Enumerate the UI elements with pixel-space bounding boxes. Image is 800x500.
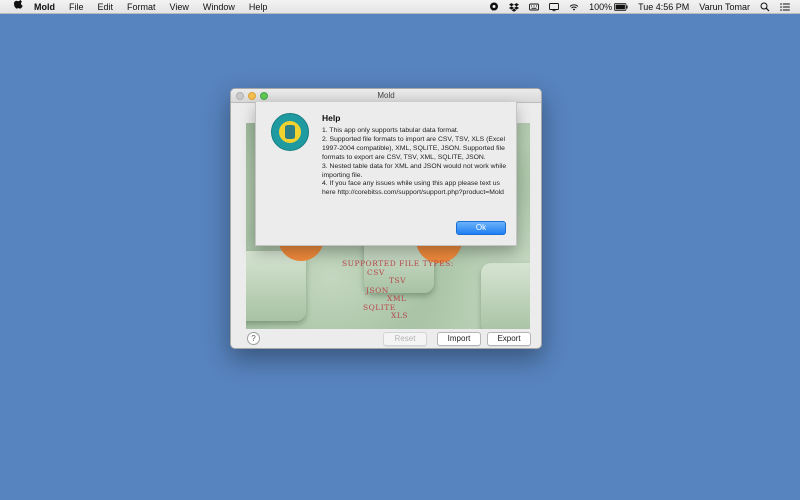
close-button[interactable] xyxy=(236,92,244,100)
chat-status-icon[interactable] xyxy=(489,2,499,12)
menu-file[interactable]: File xyxy=(69,2,84,12)
apple-menu-icon[interactable] xyxy=(12,0,24,13)
keyboard-icon[interactable] xyxy=(529,2,540,12)
dropbox-icon[interactable] xyxy=(509,2,520,12)
file-type-json: JSON xyxy=(366,286,389,295)
menu-format[interactable]: Format xyxy=(127,2,156,12)
help-line-1: 1. This app only supports tabular data f… xyxy=(322,127,459,134)
help-title: Help xyxy=(322,113,341,123)
help-sheet: Help 1. This app only supports tabular d… xyxy=(255,102,517,246)
minimize-button[interactable] xyxy=(248,92,256,100)
menu-help[interactable]: Help xyxy=(249,2,268,12)
reset-button[interactable]: Reset xyxy=(383,332,427,346)
battery-percent: 100% xyxy=(589,1,613,12)
mold-app-icon xyxy=(271,113,309,151)
keyboard-key-graphic xyxy=(246,251,306,321)
help-line-2: 2. Supported file formats to import are … xyxy=(322,135,505,161)
help-line-4: 4. If you face any issues while using th… xyxy=(322,180,504,197)
menu-window[interactable]: Window xyxy=(203,2,235,12)
help-body: 1. This app only supports tabular data f… xyxy=(322,127,508,198)
file-type-tsv: TSV xyxy=(389,276,407,285)
menu-app-name[interactable]: Mold xyxy=(34,2,55,12)
battery-icon xyxy=(614,2,628,11)
window-title: Mold xyxy=(377,91,395,100)
window-titlebar[interactable]: Mold xyxy=(231,89,541,103)
file-type-xls: XLS xyxy=(391,311,408,320)
spotlight-search-icon[interactable] xyxy=(760,2,770,12)
keyboard-key-graphic xyxy=(481,263,530,329)
zoom-button[interactable] xyxy=(260,92,268,100)
help-button[interactable]: ? xyxy=(247,332,260,345)
import-button[interactable]: Import xyxy=(437,332,481,346)
help-line-3: 3. Nested table data for XML and JSON wo… xyxy=(322,162,507,179)
file-type-xml: XML xyxy=(387,294,407,303)
battery-status[interactable]: 100% xyxy=(589,2,628,12)
file-type-csv: CSV xyxy=(367,268,385,277)
menu-edit[interactable]: Edit xyxy=(98,2,114,12)
display-icon[interactable] xyxy=(549,2,560,12)
notification-center-icon[interactable] xyxy=(780,2,790,12)
user-name[interactable]: Varun Tomar xyxy=(699,2,750,12)
clock[interactable]: Tue 4:56 PM xyxy=(638,2,689,12)
status-area: 100% Tue 4:56 PM Varun Tomar xyxy=(479,0,800,14)
menu-view[interactable]: View xyxy=(170,2,189,12)
database-icon xyxy=(285,125,295,139)
window-bottom-bar: ? Reset Import Export xyxy=(231,329,541,348)
ok-button[interactable]: Ok xyxy=(456,221,506,235)
export-button[interactable]: Export xyxy=(487,332,531,346)
file-types-header: SUPPORTED FILE TYPES: xyxy=(342,259,454,268)
wifi-icon[interactable] xyxy=(569,2,579,12)
menu-bar: Mold File Edit Format View Window Help 1… xyxy=(0,0,800,14)
